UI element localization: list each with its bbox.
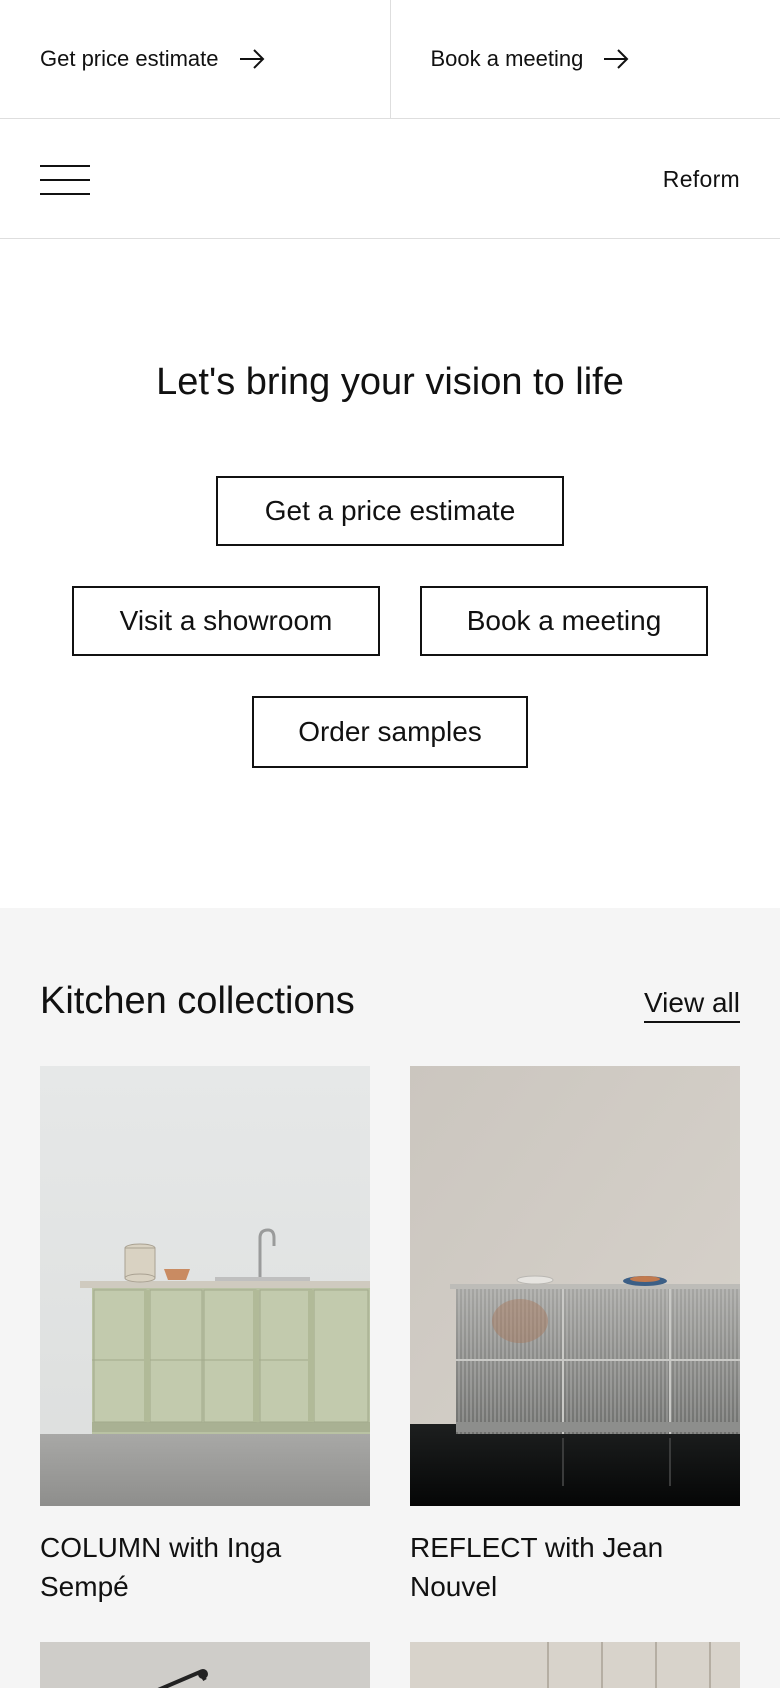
collection-card-column[interactable]: COLUMN with Inga Sempé bbox=[40, 1066, 370, 1606]
reflect-kitchen-image bbox=[410, 1066, 740, 1506]
column-kitchen-image bbox=[40, 1066, 370, 1506]
kitchen-image bbox=[547, 1642, 711, 1688]
hamburger-menu-icon[interactable] bbox=[40, 165, 90, 195]
book-meeting-label: Book a meeting bbox=[430, 46, 584, 71]
collection-card-next[interactable] bbox=[40, 1642, 370, 1688]
get-price-estimate-link[interactable]: Get price estimate bbox=[0, 0, 390, 118]
collection-card-label: COLUMN with Inga Sempé bbox=[40, 1532, 282, 1602]
visit-showroom-button[interactable]: Visit a showroom bbox=[72, 586, 380, 656]
section-title: Kitchen collections bbox=[40, 980, 355, 1022]
collection-card-label: REFLECT with Jean Nouvel bbox=[410, 1532, 664, 1602]
kitchen-image bbox=[157, 1669, 208, 1688]
arrow-right-icon bbox=[239, 49, 265, 69]
brand-logo[interactable]: Reform bbox=[663, 166, 740, 193]
hero-section: Let's bring your vision to life Get a pr… bbox=[0, 240, 780, 908]
collection-card-reflect[interactable]: REFLECT with Jean Nouvel bbox=[410, 1066, 740, 1606]
main-navbar: Reform bbox=[0, 119, 780, 239]
book-meeting-button[interactable]: Book a meeting bbox=[420, 586, 708, 656]
top-utility-bar: Get price estimate Book a meeting bbox=[0, 0, 780, 119]
hero-title: Let's bring your vision to life bbox=[156, 361, 624, 403]
get-price-estimate-button[interactable]: Get a price estimate bbox=[216, 476, 564, 546]
kitchen-collections-section: Kitchen collections View all COLUMN with… bbox=[0, 908, 780, 1688]
get-price-estimate-label: Get price estimate bbox=[40, 46, 219, 71]
arrow-right-icon bbox=[603, 49, 629, 69]
book-meeting-link[interactable]: Book a meeting bbox=[389, 0, 780, 118]
view-all-link[interactable]: View all bbox=[644, 987, 740, 1023]
collection-card-next[interactable] bbox=[410, 1642, 740, 1688]
order-samples-button[interactable]: Order samples bbox=[252, 696, 528, 768]
